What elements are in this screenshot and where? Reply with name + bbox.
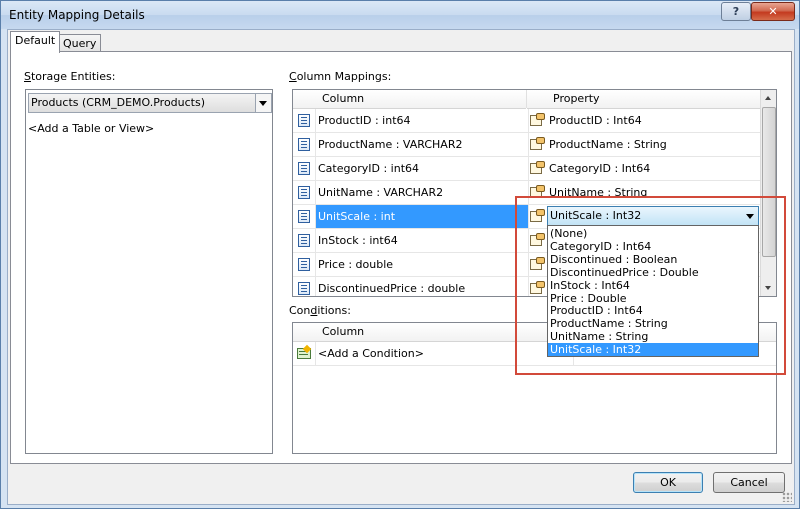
table-column-icon [298, 210, 310, 223]
mapping-column-cell[interactable]: UnitName : VARCHAR2 [316, 181, 529, 204]
mapping-column-cell[interactable]: ProductID : int64 [316, 109, 529, 132]
table-column-icon [298, 234, 310, 247]
mapping-column-cell[interactable]: InStock : int64 [316, 229, 529, 252]
table-column-icon [298, 138, 310, 151]
property-icon [530, 113, 545, 126]
property-header[interactable]: Property [527, 90, 760, 109]
table-column-icon [298, 186, 310, 199]
mapping-property-cell[interactable]: ProductID : Int64 [547, 109, 761, 132]
column-header[interactable]: Column [293, 90, 526, 109]
tab-query-view[interactable]: Query View [58, 34, 102, 67]
storage-entities-list[interactable]: Products (CRM_DEMO.Products) <Add a Tabl… [25, 89, 273, 454]
ok-button[interactable]: OK [633, 472, 703, 493]
column-mappings-label: Column Mappings: [289, 70, 392, 83]
close-icon: ✕ [768, 5, 778, 18]
help-icon: ? [732, 5, 740, 18]
close-button[interactable]: ✕ [751, 2, 795, 21]
storage-combo-dropdown-button[interactable] [255, 94, 271, 112]
storage-entity-value: Products (CRM_DEMO.Products) [31, 96, 206, 109]
add-table-item[interactable]: <Add a Table or View> [28, 122, 154, 135]
property-icon [530, 137, 545, 150]
chevron-down-icon [259, 101, 267, 106]
mapping-column-cell[interactable]: DiscontinuedPrice : double [316, 277, 529, 296]
storage-entity-combo[interactable]: Products (CRM_DEMO.Products) [28, 93, 272, 113]
mapping-row[interactable]: CategoryID : int64 CategoryID : Int64 [293, 157, 760, 181]
table-column-icon [298, 162, 310, 175]
table-column-icon [298, 258, 310, 271]
callout-highlight-box [515, 196, 786, 375]
dialog-client: Default Query View Storage Entities: Pro… [7, 29, 795, 505]
table-column-icon [298, 114, 310, 127]
resize-grip-icon[interactable] [782, 492, 792, 502]
mapping-property-cell[interactable]: ProductName : String [547, 133, 761, 156]
entity-mapping-window: Entity Mapping Details ? ✕ Default Query… [0, 0, 800, 509]
mapping-row[interactable]: ProductID : int64 ProductID : Int64 [293, 109, 760, 133]
mapping-row[interactable]: ProductName : VARCHAR2 ProductName : Stri… [293, 133, 760, 157]
title-bar[interactable]: Entity Mapping Details ? ✕ [1, 1, 799, 29]
help-button[interactable]: ? [721, 2, 751, 21]
mapping-column-cell[interactable]: ProductName : VARCHAR2 [316, 133, 529, 156]
conditions-label: Conditions: [289, 304, 351, 317]
cancel-button[interactable]: Cancel [713, 472, 785, 493]
window-title: Entity Mapping Details [9, 8, 145, 22]
table-column-icon [298, 282, 310, 295]
property-icon [530, 161, 545, 174]
scroll-up-icon[interactable] [765, 96, 771, 100]
mapping-column-cell[interactable]: CategoryID : int64 [316, 157, 529, 180]
mapping-column-cell[interactable]: Price : double [316, 253, 529, 276]
storage-entities-label: Storage Entities: [24, 70, 116, 83]
mapping-column-cell[interactable]: UnitScale : int [316, 205, 529, 228]
mapping-property-cell[interactable]: CategoryID : Int64 [547, 157, 761, 180]
add-condition-icon [297, 344, 312, 359]
tab-default[interactable]: Default [10, 31, 61, 53]
